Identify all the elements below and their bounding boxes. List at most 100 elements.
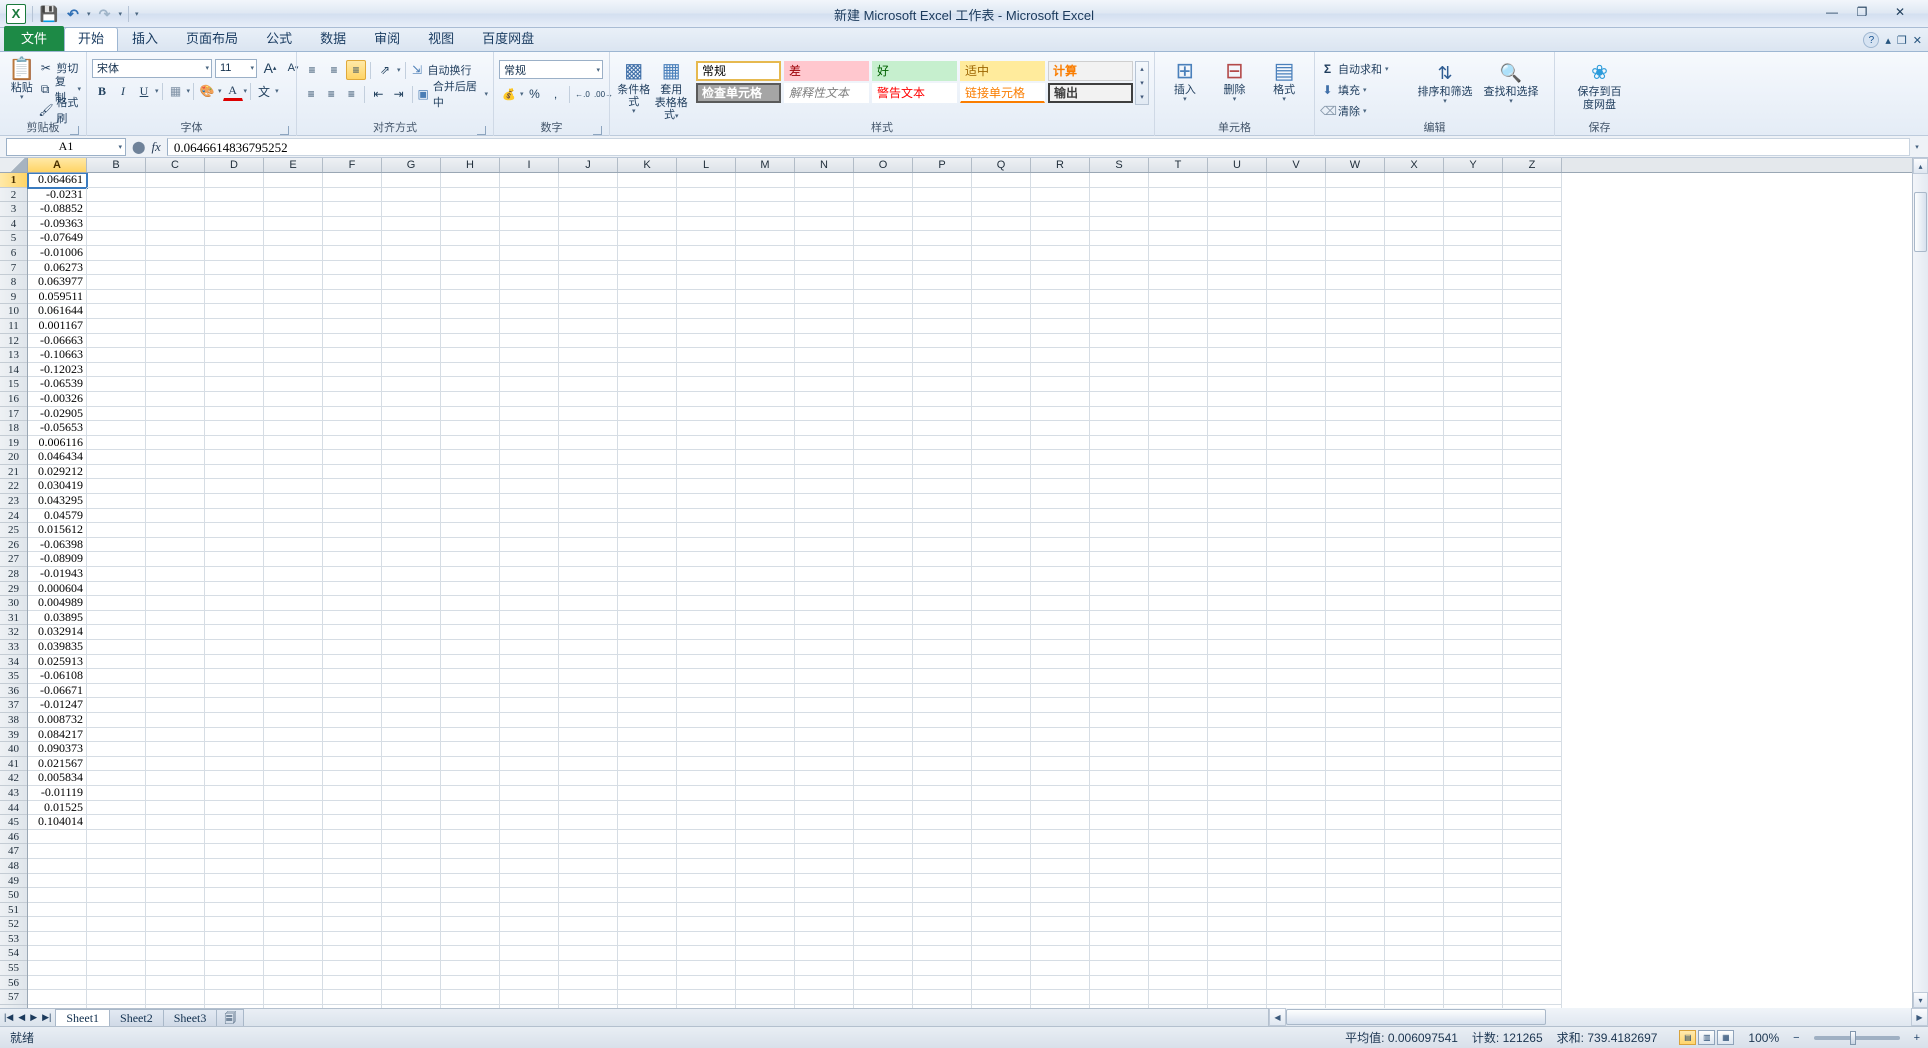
cell-M28[interactable]: [736, 567, 795, 582]
cell-L6[interactable]: [677, 245, 736, 261]
cell-T10[interactable]: [1149, 304, 1208, 319]
cell-E6[interactable]: [264, 245, 323, 261]
cell-B1[interactable]: [87, 173, 146, 188]
cell-C35[interactable]: [146, 669, 205, 684]
cell-X56[interactable]: [1385, 975, 1444, 991]
cell-K4[interactable]: [618, 216, 677, 232]
cell-O19[interactable]: [854, 435, 913, 451]
cell-A51[interactable]: [28, 902, 87, 918]
cell-E1[interactable]: [264, 173, 323, 188]
cell-H57[interactable]: [441, 990, 500, 1005]
cell-E18[interactable]: [264, 421, 323, 436]
row-header-35[interactable]: 35: [0, 669, 27, 684]
cell-J26[interactable]: [559, 537, 618, 553]
cell-P10[interactable]: [913, 304, 972, 319]
cell-H51[interactable]: [441, 902, 500, 918]
cell-N38[interactable]: [795, 712, 854, 728]
cell-I52[interactable]: [500, 917, 559, 932]
cell-Z51[interactable]: [1503, 902, 1562, 918]
cell-L5[interactable]: [677, 231, 736, 246]
cell-W15[interactable]: [1326, 377, 1385, 392]
cell-A21[interactable]: 0.029212: [28, 464, 87, 480]
cell-O32[interactable]: [854, 625, 913, 640]
row-header-45[interactable]: 45: [0, 815, 27, 830]
tab-data[interactable]: 数据: [306, 27, 360, 51]
cell-K52[interactable]: [618, 917, 677, 932]
cell-E9[interactable]: [264, 289, 323, 305]
column-header-g[interactable]: G: [382, 158, 441, 172]
cell-E27[interactable]: [264, 552, 323, 568]
style-warning[interactable]: 警告文本: [872, 83, 957, 103]
cell-A39[interactable]: 0.084217: [28, 727, 87, 743]
cell-V51[interactable]: [1267, 902, 1326, 918]
cell-D40[interactable]: [205, 742, 264, 757]
cell-O3[interactable]: [854, 202, 913, 217]
cell-O14[interactable]: [854, 362, 913, 378]
cell-K57[interactable]: [618, 990, 677, 1005]
row-header-18[interactable]: 18: [0, 421, 27, 436]
cell-B48[interactable]: [87, 858, 146, 874]
cell-G21[interactable]: [382, 464, 441, 480]
cell-G15[interactable]: [382, 377, 441, 392]
cell-D44[interactable]: [205, 800, 264, 816]
cell-I55[interactable]: [500, 961, 559, 976]
cell-S31[interactable]: [1090, 610, 1149, 626]
cell-E21[interactable]: [264, 464, 323, 480]
cell-Q42[interactable]: [972, 771, 1031, 786]
row-header-56[interactable]: 56: [0, 975, 27, 991]
cell-W20[interactable]: [1326, 450, 1385, 465]
cell-L42[interactable]: [677, 771, 736, 786]
cell-A50[interactable]: [28, 888, 87, 903]
cell-A8[interactable]: 0.063977: [28, 275, 87, 290]
column-header-b[interactable]: B: [87, 158, 146, 172]
cell-R16[interactable]: [1031, 391, 1090, 407]
cell-K25[interactable]: [618, 523, 677, 538]
cell-Q22[interactable]: [972, 479, 1031, 495]
cell-E36[interactable]: [264, 683, 323, 699]
zoom-out-icon[interactable]: −: [1793, 1032, 1799, 1044]
insert-cells-button[interactable]: ⊞ 插入 ▾: [1161, 57, 1209, 104]
style-bad[interactable]: 差: [784, 61, 869, 81]
cell-F41[interactable]: [323, 756, 382, 772]
cell-K32[interactable]: [618, 625, 677, 640]
cell-Z9[interactable]: [1503, 289, 1562, 305]
cell-F21[interactable]: [323, 464, 382, 480]
cell-K6[interactable]: [618, 245, 677, 261]
cell-I38[interactable]: [500, 712, 559, 728]
cell-A23[interactable]: 0.043295: [28, 494, 87, 509]
cell-X11[interactable]: [1385, 318, 1444, 334]
row-header-3[interactable]: 3: [0, 202, 27, 217]
cell-C56[interactable]: [146, 975, 205, 991]
cell-U33[interactable]: [1208, 640, 1267, 655]
cell-C57[interactable]: [146, 990, 205, 1005]
cell-N18[interactable]: [795, 421, 854, 436]
cell-A44[interactable]: 0.01525: [28, 800, 87, 816]
cell-W6[interactable]: [1326, 245, 1385, 261]
cell-U6[interactable]: [1208, 245, 1267, 261]
cell-F8[interactable]: [323, 275, 382, 290]
cell-N2[interactable]: [795, 187, 854, 203]
style-check-cell[interactable]: 检查单元格: [696, 83, 781, 103]
cell-E10[interactable]: [264, 304, 323, 319]
cell-P46[interactable]: [913, 829, 972, 845]
cell-G29[interactable]: [382, 581, 441, 597]
cell-D16[interactable]: [205, 391, 264, 407]
cell-Z49[interactable]: [1503, 873, 1562, 889]
cell-J3[interactable]: [559, 202, 618, 217]
cell-Y38[interactable]: [1444, 712, 1503, 728]
cell-H15[interactable]: [441, 377, 500, 392]
cell-Y30[interactable]: [1444, 596, 1503, 611]
insert-function-icon[interactable]: fx: [151, 139, 160, 155]
cell-J36[interactable]: [559, 683, 618, 699]
cell-U2[interactable]: [1208, 187, 1267, 203]
chevron-down-icon[interactable]: ▾: [1282, 96, 1286, 103]
cell-K43[interactable]: [618, 785, 677, 801]
cell-D17[interactable]: [205, 406, 264, 422]
cell-E17[interactable]: [264, 406, 323, 422]
cell-X47[interactable]: [1385, 844, 1444, 859]
cell-U14[interactable]: [1208, 362, 1267, 378]
cell-R30[interactable]: [1031, 596, 1090, 611]
cell-C24[interactable]: [146, 508, 205, 524]
cell-S21[interactable]: [1090, 464, 1149, 480]
find-select-button[interactable]: 🔍 查找和选择 ▾: [1478, 59, 1544, 105]
